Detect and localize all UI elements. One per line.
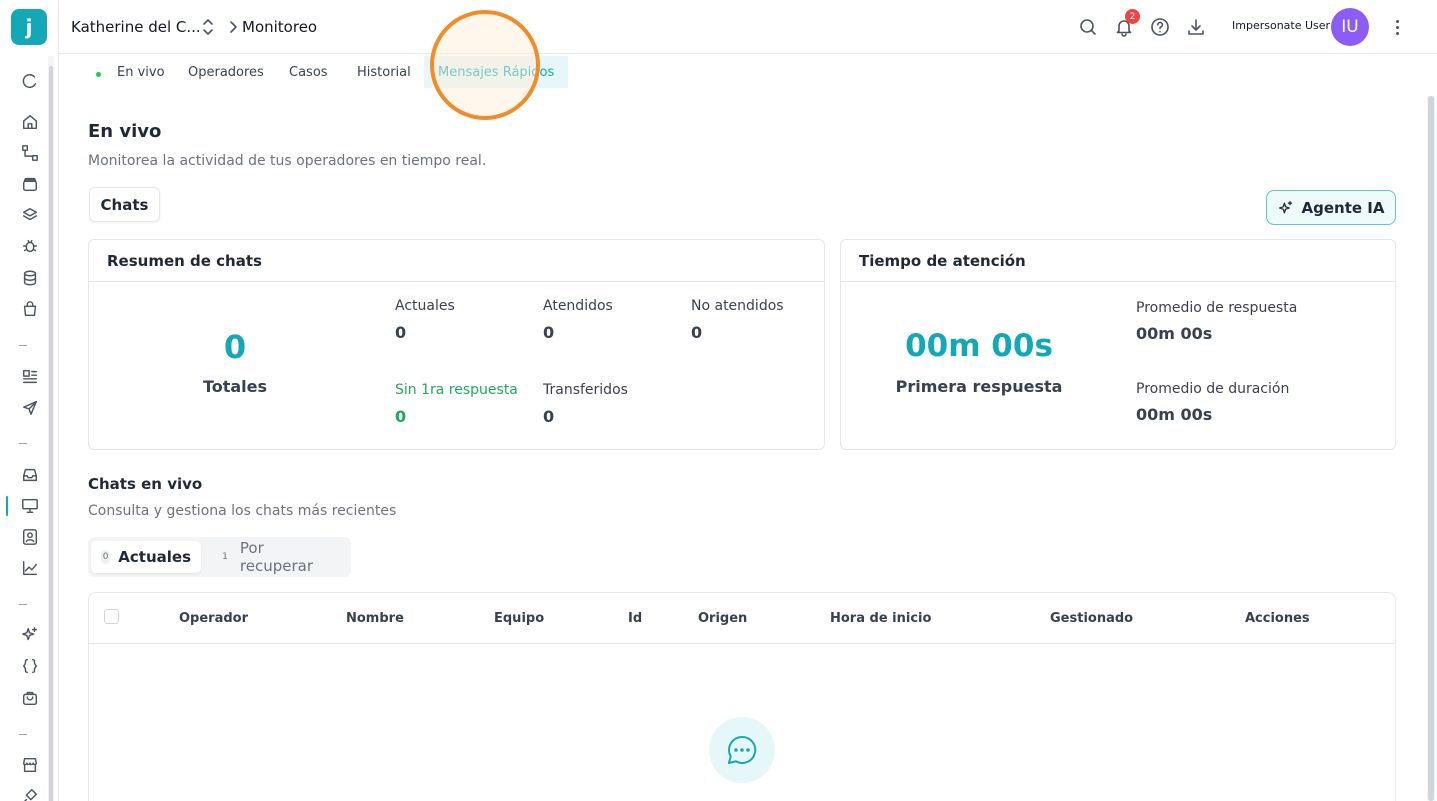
- chat-bubble-icon: [709, 717, 775, 783]
- column-header-origen[interactable]: Origen: [698, 611, 747, 626]
- no-atendidos-value: 0: [691, 323, 703, 342]
- segment-por-recuperar-count: 1: [222, 552, 228, 562]
- first-response-label: Primera respuesta: [895, 377, 1063, 396]
- inbox-icon[interactable]: [19, 464, 41, 486]
- app-logo[interactable]: j: [11, 9, 47, 45]
- top-header: Katherine del C... Monitoreo 2 Impersona…: [59, 0, 1437, 54]
- home-icon[interactable]: [19, 111, 41, 133]
- sidebar-divider: [19, 443, 27, 444]
- sin-respuesta-value: 0: [395, 407, 407, 426]
- no-atendidos-label: No atendidos: [691, 298, 784, 314]
- page-subtitle: Monitorea la actividad de tus operadores…: [88, 153, 487, 169]
- sidebar-divider: [19, 734, 27, 735]
- transferidos-value: 0: [543, 407, 555, 426]
- column-header-hora-inicio[interactable]: Hora de inicio: [830, 611, 931, 626]
- live-chats-title: Chats en vivo: [88, 475, 203, 493]
- sparkles-icon[interactable]: [19, 624, 41, 646]
- plug-icon[interactable]: [19, 785, 41, 801]
- send-icon[interactable]: [19, 397, 41, 419]
- column-header-gestionado[interactable]: Gestionado: [1050, 611, 1133, 626]
- sidebar-scrollbar[interactable]: [48, 56, 54, 801]
- page-scrollbar[interactable]: [1427, 96, 1435, 801]
- tab-mensajes-rapidos[interactable]: Mensajes Rápidos: [424, 56, 569, 88]
- download-icon[interactable]: [1184, 15, 1208, 39]
- flow-icon[interactable]: [19, 142, 41, 164]
- sin-respuesta-label: Sin 1ra respuesta: [395, 382, 518, 398]
- column-header-operador[interactable]: Operador: [179, 611, 248, 626]
- page-title: En vivo: [88, 121, 162, 142]
- column-header-equipo[interactable]: Equipo: [494, 611, 544, 626]
- segment-por-recuperar-label: Por recuperar: [239, 539, 314, 575]
- breadcrumb-page: Monitoreo: [242, 18, 318, 36]
- actuales-value: 0: [395, 323, 407, 342]
- avg-response-value: 00m 00s: [1136, 324, 1213, 343]
- chat-summary-card: Resumen de chats 0 Totales Actuales 0 At…: [88, 239, 825, 450]
- help-icon[interactable]: [1148, 15, 1172, 39]
- code-braces-icon[interactable]: [19, 655, 41, 677]
- search-icon[interactable]: [1076, 15, 1100, 39]
- chat-filter-segment: 0 Actuales 1 Por recuperar: [88, 537, 351, 577]
- total-chats-label: Totales: [202, 377, 268, 396]
- live-chats-subtitle: Consulta y gestiona los chats más recien…: [88, 503, 397, 519]
- agent-ia-label: Agente IA: [1301, 198, 1385, 217]
- shopping-basket-icon[interactable]: [19, 687, 41, 709]
- archive-icon[interactable]: [19, 173, 41, 195]
- contact-card-icon[interactable]: [19, 526, 41, 548]
- sparkles-icon: [1278, 200, 1292, 213]
- database-icon[interactable]: [19, 267, 41, 289]
- live-chats-table: Operador Nombre Equipo Id Origen Hora de…: [88, 592, 1396, 801]
- transferidos-label: Transferidos: [543, 382, 628, 398]
- segment-actuales-count: 0: [101, 550, 111, 564]
- segment-actuales-label: Actuales: [118, 548, 191, 566]
- atendidos-label: Atendidos: [543, 298, 613, 314]
- more-options-icon[interactable]: [1387, 15, 1407, 39]
- refresh-icon[interactable]: [19, 70, 41, 92]
- monitoring-tabs: En vivo Operadores Casos Historial Mensa…: [59, 56, 1429, 96]
- segment-actuales[interactable]: 0 Actuales: [91, 541, 201, 573]
- chats-button[interactable]: Chats: [89, 187, 160, 222]
- table-header: Operador Nombre Equipo Id Origen Hora de…: [89, 593, 1395, 644]
- chat-summary-title: Resumen de chats: [89, 240, 824, 282]
- chevron-right-icon: [230, 21, 237, 33]
- layers-icon[interactable]: [19, 204, 41, 226]
- tab-operadores[interactable]: Operadores: [188, 56, 264, 88]
- chevron-up-down-icon[interactable]: [201, 17, 215, 37]
- tab-casos[interactable]: Casos: [289, 56, 328, 88]
- bug-icon[interactable]: [19, 235, 41, 257]
- sidebar-divider: [19, 345, 27, 346]
- sidebar-divider: [19, 604, 27, 605]
- sidebar-active-indicator: [6, 496, 8, 516]
- shopping-bag-icon[interactable]: [19, 298, 41, 320]
- avg-response-label: Promedio de respuesta: [1136, 300, 1298, 316]
- avatar[interactable]: IU: [1331, 8, 1369, 46]
- total-chats-value: 0: [223, 328, 247, 366]
- attention-time-card: Tiempo de atención 00m 00s Primera respu…: [840, 239, 1396, 450]
- impersonate-user-label[interactable]: Impersonate User: [1232, 19, 1330, 32]
- column-header-acciones: Acciones: [1245, 611, 1310, 626]
- avg-duration-label: Promedio de duración: [1136, 381, 1290, 397]
- column-header-id[interactable]: Id: [628, 611, 642, 626]
- list-layout-icon[interactable]: [19, 366, 41, 388]
- segment-por-recuperar[interactable]: 1 Por recuperar: [208, 539, 351, 575]
- notification-badge: 2: [1125, 9, 1140, 24]
- avg-duration-value: 00m 00s: [1136, 405, 1213, 424]
- breadcrumb-account[interactable]: Katherine del C...: [71, 18, 201, 36]
- actuales-label: Actuales: [395, 298, 455, 314]
- column-header-nombre[interactable]: Nombre: [346, 611, 404, 626]
- chart-line-icon[interactable]: [19, 557, 41, 579]
- tab-en-vivo[interactable]: En vivo: [117, 56, 165, 88]
- sidebar: j: [0, 0, 59, 801]
- store-icon[interactable]: [19, 754, 41, 776]
- first-response-value: 00m 00s: [905, 328, 1053, 364]
- attention-time-title: Tiempo de atención: [841, 240, 1395, 282]
- live-status-dot: [96, 72, 101, 77]
- tab-historial[interactable]: Historial: [357, 56, 411, 88]
- atendidos-value: 0: [543, 323, 555, 342]
- select-all-checkbox[interactable]: [104, 609, 119, 624]
- monitor-icon[interactable]: [19, 495, 41, 517]
- agent-ia-button[interactable]: Agente IA: [1266, 190, 1396, 225]
